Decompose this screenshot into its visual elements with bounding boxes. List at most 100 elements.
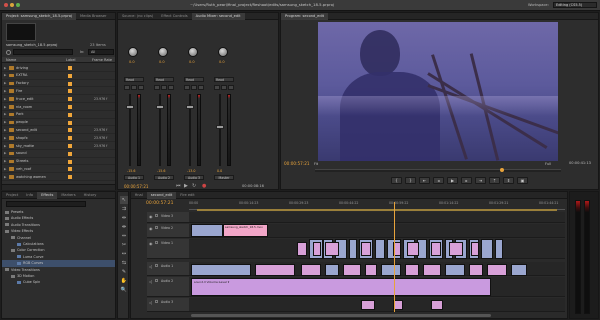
disclosure-triangle-icon[interactable]: ▶	[4, 144, 6, 148]
project-item[interactable]: ▶ watching women	[2, 173, 115, 181]
column-label[interactable]: Label	[66, 58, 75, 62]
pan-knob[interactable]	[158, 47, 168, 57]
playhead-line[interactable]	[394, 202, 395, 312]
solo-button[interactable]	[131, 85, 137, 90]
eye-icon[interactable]: ◉	[149, 241, 153, 246]
video-clip[interactable]	[445, 264, 465, 276]
extract-icon[interactable]: ⇞	[503, 177, 514, 184]
volume-db-value[interactable]: 0.0	[217, 169, 222, 173]
record-enable-button[interactable]	[228, 85, 234, 90]
zoom-tool-icon[interactable]: 🔍	[120, 286, 128, 294]
speaker-icon[interactable]: ◁	[149, 300, 152, 305]
mute-button[interactable]	[124, 85, 130, 90]
go-to-in-icon[interactable]: ⇤	[419, 177, 430, 184]
video-clip[interactable]	[349, 239, 357, 259]
video-clip[interactable]	[325, 264, 339, 276]
column-frame-rate[interactable]: Frame Rate	[92, 58, 112, 62]
audio-clip[interactable]: sound.ll Volume:Level ▾	[191, 278, 491, 296]
set-out-icon[interactable]: }	[405, 177, 416, 184]
disclosure-triangle-icon[interactable]: ▶	[4, 66, 6, 70]
disclosure-triangle-icon[interactable]: ▶	[4, 97, 6, 101]
minimize-window-button[interactable]	[10, 3, 14, 7]
lock-icon[interactable]	[155, 279, 158, 282]
video-clip[interactable]	[407, 242, 419, 256]
program-timecode[interactable]: 00:00:57:21	[284, 161, 310, 166]
video-clip[interactable]	[343, 264, 361, 276]
rate-stretch-tool-icon[interactable]: ⇔	[120, 232, 128, 240]
project-item[interactable]: ▶ driving	[2, 64, 115, 72]
project-item[interactable]: ▶ people	[2, 119, 115, 127]
step-back-icon[interactable]: ◂	[433, 177, 444, 184]
project-item[interactable]: ▶ sky_matte 23.976 f	[2, 142, 115, 150]
track-header[interactable]: ◁ Audio 1	[147, 262, 189, 276]
tab-effect-controls[interactable]: Effect Controls	[157, 13, 191, 20]
mixer-timecode-left[interactable]: 00:00:57:21	[124, 184, 148, 189]
playhead-marker[interactable]	[500, 168, 504, 172]
rolling-edit-tool-icon[interactable]: ⇼	[120, 223, 128, 231]
video-clip[interactable]	[191, 264, 251, 276]
fader-handle[interactable]	[126, 105, 134, 109]
track-header[interactable]: ◁ Audio 2	[147, 277, 189, 297]
video-clip[interactable]	[405, 264, 419, 276]
track-select-tool-icon[interactable]: ⇉	[120, 205, 128, 213]
volume-db-value[interactable]: -15.6	[157, 169, 166, 173]
tab-markers[interactable]: Markers	[57, 192, 79, 199]
lock-icon[interactable]	[155, 241, 158, 244]
close-window-button[interactable]	[4, 3, 8, 7]
project-item[interactable]: ▶ sound	[2, 150, 115, 158]
tab-audio-mixer[interactable]: Audio Mixer: second_edit	[191, 12, 245, 20]
lock-icon[interactable]	[155, 226, 158, 229]
disclosure-triangle-icon[interactable]: ▶	[4, 167, 6, 171]
program-video-frame[interactable]	[318, 22, 558, 161]
disclosure-triangle-icon[interactable]: ▶	[4, 112, 6, 116]
video-clip[interactable]	[365, 264, 377, 276]
volume-db-value[interactable]: -15.6	[127, 169, 136, 173]
disclosure-triangle-icon[interactable]: ▶	[4, 151, 6, 155]
video-clip[interactable]	[495, 239, 503, 259]
project-item[interactable]: ▶ Fire	[2, 87, 115, 96]
speaker-icon[interactable]: ◁	[149, 264, 152, 269]
automation-mode-select[interactable]: Read	[184, 77, 204, 82]
work-area-bar[interactable]	[197, 209, 557, 211]
in-select[interactable]: All	[88, 49, 114, 55]
fader-handle[interactable]	[216, 125, 224, 129]
tab-project[interactable]: Project: samsung_sketch_18.5.prproj	[2, 12, 77, 20]
tab-history[interactable]: History	[80, 192, 101, 199]
disclosure-triangle-icon[interactable]: ▶	[4, 175, 6, 179]
column-name[interactable]: Name	[6, 58, 16, 62]
tab-timeline-fire-edit[interactable]: Fire edit	[176, 192, 198, 199]
automation-mode-select[interactable]: Read	[214, 77, 234, 82]
automation-mode-select[interactable]: Read	[154, 77, 174, 82]
tab-source[interactable]: Source: (no clips)	[118, 13, 157, 20]
video-clip[interactable]	[487, 264, 507, 276]
pan-value[interactable]: 0.0	[189, 60, 195, 64]
audio-clip[interactable]	[431, 300, 443, 310]
program-scrub-bar[interactable]	[315, 168, 561, 172]
record-enable-button[interactable]	[168, 85, 174, 90]
video-clip[interactable]	[449, 242, 463, 256]
zoom-window-button[interactable]	[16, 3, 20, 7]
slip-tool-icon[interactable]: ↔	[120, 250, 128, 258]
project-item[interactable]: ▶ veh_roof	[2, 165, 115, 174]
video-clip[interactable]	[297, 242, 307, 256]
project-item[interactable]: ▶ Streets	[2, 158, 115, 166]
tab-project-2[interactable]: Project	[2, 192, 22, 199]
tab-timeline-final[interactable]: final	[131, 192, 147, 199]
video-clip[interactable]	[469, 264, 483, 276]
eye-icon[interactable]: ◉	[149, 214, 153, 219]
track-header[interactable]: ◉ Video 3	[147, 212, 189, 223]
automation-mode-select[interactable]: Read	[124, 77, 144, 82]
tab-media-browser[interactable]: Media Browser	[76, 13, 111, 20]
disclosure-triangle-icon[interactable]: ▶	[4, 105, 6, 109]
timeline-scrollbar[interactable]	[191, 314, 491, 317]
pan-value[interactable]: 0.0	[159, 60, 165, 64]
effects-search-input[interactable]	[6, 201, 86, 207]
solo-button[interactable]	[191, 85, 197, 90]
speaker-icon[interactable]: ◁	[149, 279, 152, 284]
search-input[interactable]	[13, 49, 73, 55]
project-item[interactable]: ▶ nia_room	[2, 103, 115, 111]
video-clip[interactable]	[313, 242, 321, 256]
disclosure-triangle-icon[interactable]: ▶	[4, 89, 6, 93]
project-item[interactable]: ▶ fruce_edit 23.976 f	[2, 95, 115, 103]
lock-icon[interactable]	[155, 214, 158, 217]
